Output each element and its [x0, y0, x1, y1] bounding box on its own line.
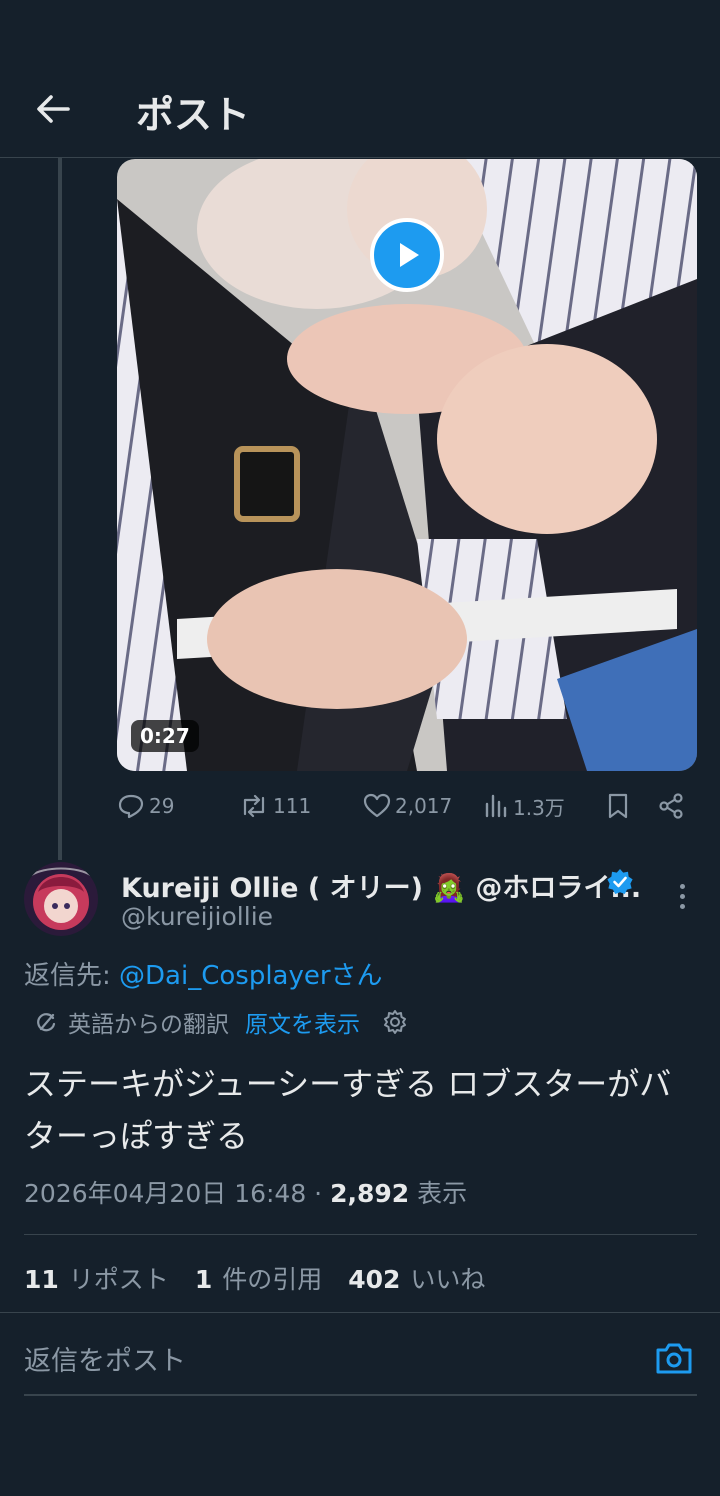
arrow-left-icon: [37, 95, 70, 123]
bookmark-button[interactable]: [605, 786, 631, 826]
translation-bar: 英語からの翻訳 原文を表示: [34, 1004, 408, 1040]
reposts-stat-count: 11: [24, 1265, 59, 1294]
likes-stat-count: 402: [348, 1265, 401, 1294]
repost-icon: [243, 794, 265, 818]
share-button[interactable]: [657, 786, 685, 826]
quotes-stat[interactable]: 1 件の引用: [195, 1260, 322, 1296]
post-timestamp[interactable]: 2026年04月20日 16:48 ·: [24, 1179, 330, 1208]
author-handle[interactable]: @kureijiollie: [121, 902, 273, 931]
post-views-label: 表示: [409, 1179, 468, 1208]
post-author: Kureiji Ollie ( オリー) 🧟‍♀️ @ホロライ... @kure…: [0, 860, 720, 940]
reply-to-label: 返信先:: [24, 961, 120, 991]
avatar[interactable]: [24, 862, 98, 936]
play-icon: [400, 243, 419, 267]
like-button[interactable]: 2,017: [363, 786, 452, 826]
quotes-stat-label: 件の引用: [222, 1265, 323, 1294]
post-views-count: 2,892: [330, 1179, 410, 1208]
gear-icon: [384, 1010, 406, 1034]
reply-input[interactable]: [24, 1336, 644, 1386]
post-meta: 2026年04月20日 16:48 · 2,892 表示: [24, 1174, 467, 1210]
post-body: ステーキがジューシーすぎる ロブスターがバターっぽすぎる: [24, 1065, 672, 1155]
author-name[interactable]: Kureiji Ollie ( オリー) 🧟‍♀️ @ホロライ...: [121, 866, 641, 905]
more-options-button[interactable]: [668, 876, 696, 916]
play-button[interactable]: [370, 218, 444, 292]
divider: [0, 1312, 720, 1313]
translation-settings-button[interactable]: [382, 1009, 408, 1035]
engagement-stats: 11 リポスト 1 件の引用 402 いいね: [24, 1260, 485, 1296]
reposts-stat[interactable]: 11 リポスト: [24, 1260, 169, 1296]
reply-input-underline: [24, 1394, 697, 1396]
camera-icon: [656, 1343, 692, 1374]
thread-connector-line: [58, 158, 62, 860]
translation-label: 英語からの翻訳: [68, 1012, 229, 1038]
reposts-stat-label: リポスト: [68, 1265, 169, 1294]
video-player[interactable]: 0:27: [117, 159, 697, 771]
reply-button[interactable]: 29: [117, 786, 174, 826]
avatar-image: [24, 862, 98, 936]
likes-stat-label: いいね: [410, 1265, 486, 1294]
verified-badge[interactable]: [606, 868, 634, 900]
like-count: 2,017: [395, 794, 453, 818]
reply-to-line: 返信先: @Dai_Cosplayerさん: [24, 955, 383, 992]
back-button[interactable]: [30, 86, 76, 132]
video-duration: 0:27: [131, 720, 199, 752]
show-original-link[interactable]: 原文を表示: [245, 1005, 360, 1039]
reply-count: 29: [149, 794, 175, 818]
verified-icon: [607, 869, 633, 894]
translate-icon: [37, 1013, 56, 1032]
share-icon: [659, 793, 683, 819]
reply-to-mention[interactable]: @Dai_Cosplayerさん: [119, 961, 383, 991]
repost-count: 111: [273, 794, 312, 818]
parent-post-actions: 29 111 2,017 1.3万: [117, 786, 697, 826]
top-bar: ポスト: [0, 0, 720, 158]
more-dot: [679, 893, 685, 899]
views-count: 1.3万: [513, 795, 565, 820]
page-title: ポスト: [136, 93, 251, 137]
likes-stat[interactable]: 402 いいね: [348, 1260, 485, 1296]
views-icon: [485, 794, 507, 818]
divider: [24, 1234, 697, 1235]
quotes-stat-count: 1: [194, 1265, 213, 1294]
like-icon: [363, 793, 391, 818]
reply-icon: [118, 794, 144, 819]
views-button[interactable]: 1.3万: [483, 786, 565, 826]
more-dot: [679, 883, 685, 889]
bookmark-icon: [608, 793, 628, 819]
camera-button[interactable]: [654, 1340, 694, 1380]
repost-button[interactable]: 111: [239, 786, 311, 826]
more-dot: [679, 903, 685, 909]
